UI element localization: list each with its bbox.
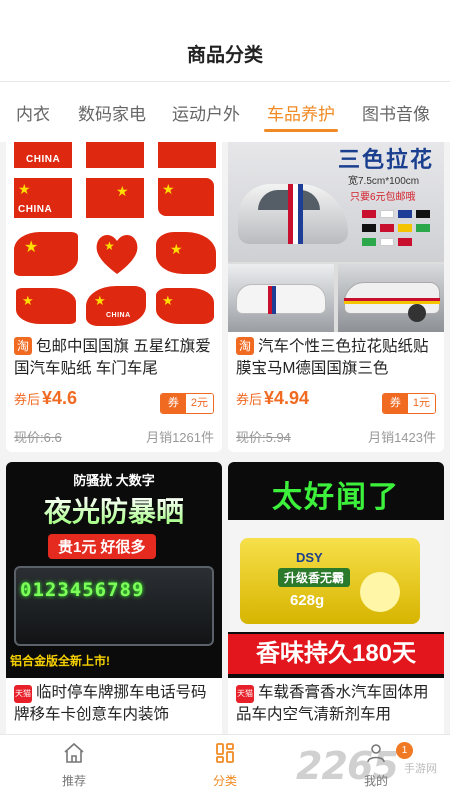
promo-title: 三色拉花	[338, 147, 435, 172]
tab-underwear[interactable]: 内衣	[16, 100, 50, 125]
coupon-badge[interactable]: 券 1元	[381, 393, 436, 414]
product-card[interactable]: CHINA ★ CHINA ★ ★ ★ ★ ★ ★ ★ CHINA ★ 淘 包邮…	[6, 142, 222, 452]
monthly-sales: 月销1261件	[146, 430, 214, 445]
tmall-tag: 天猫	[236, 685, 254, 703]
car-photo-top: 三色拉花 宽7.5cm*100cm 只要6元包邮哦	[228, 142, 444, 262]
product-image: 三色拉花 宽7.5cm*100cm 只要6元包邮哦	[228, 142, 444, 332]
nav-home-label: 推荐	[61, 774, 86, 788]
product-title: 天猫 临时停车牌挪车电话号码牌移车卡创意车内装饰	[14, 684, 207, 723]
promo-price: 只要6元包邮哦	[350, 192, 416, 203]
flag-sticker: ★ CHINA	[86, 286, 146, 326]
after-coupon-price: 券后 ¥4.94	[236, 388, 310, 408]
promo-size: 宽7.5cm*100cm	[348, 176, 420, 187]
category-icon	[213, 743, 237, 769]
china-text: CHINA	[18, 204, 53, 215]
glow-digits: 0123456789	[20, 579, 145, 601]
product-card[interactable]: 太好闻了 DSY 升级香无霸 628g 香味持久180天 天猫 车载香膏香水汽车固…	[228, 462, 444, 734]
monthly-sales: 月销1423件	[368, 430, 436, 445]
car-illustration	[238, 184, 348, 244]
site-watermark: 2265	[296, 744, 399, 788]
promo-title: 太好闻了	[272, 481, 400, 514]
tab-outdoor[interactable]: 运动户外	[172, 100, 240, 125]
promo-footer: 香味持久180天	[228, 634, 444, 674]
nav-home[interactable]: 推荐	[44, 741, 104, 789]
fragrance-box: DSY 升级香无霸 628g	[240, 538, 420, 624]
number-plate: 0123456789	[14, 566, 214, 646]
flag-sticker	[158, 142, 216, 168]
product-image: CHINA ★ CHINA ★ ★ ★ ★ ★ ★ ★ CHINA ★	[6, 142, 222, 332]
product-title: 淘汽车个性三色拉花贴纸贴膜宝马M德国国旗三色	[236, 337, 429, 377]
tab-digital[interactable]: 数码家电	[78, 100, 146, 125]
brand-text: DSY	[296, 550, 323, 565]
flag-sticker: ★	[14, 232, 78, 276]
heart-flag-sticker: ★	[92, 228, 142, 278]
original-price: 现价:5.94	[236, 430, 291, 445]
top-bar: 商品分类	[0, 0, 450, 82]
flag-sticker	[86, 142, 144, 168]
home-icon	[62, 742, 86, 769]
taobao-tag: 淘	[14, 337, 32, 355]
tmall-tag: 天猫	[14, 685, 32, 703]
flag-sticker: ★ CHINA	[14, 178, 72, 218]
product-card[interactable]: 防骚扰 大数字 夜光防暴晒 贵1元 好很多 0123456789 铝合金版全新上…	[6, 462, 222, 734]
car-photo-right	[338, 264, 444, 332]
promo-title: 夜光防暴晒	[43, 496, 184, 527]
after-coupon-price: 券后 ¥4.6	[14, 388, 78, 408]
svg-text:★: ★	[104, 239, 115, 253]
nav-category[interactable]: 分类	[195, 741, 255, 789]
product-grid: CHINA ★ CHINA ★ ★ ★ ★ ★ ★ ★ CHINA ★ 淘 包邮…	[0, 142, 450, 734]
notification-badge: 1	[396, 742, 413, 759]
box-label: 升级香无霸	[278, 568, 351, 587]
coupon-badge[interactable]: 券 2元	[159, 393, 214, 414]
product-card[interactable]: 三色拉花 宽7.5cm*100cm 只要6元包邮哦 淘 汽车个性三色拉花贴纸贴膜…	[228, 142, 444, 452]
china-text: CHINA	[26, 154, 61, 165]
page-title: 商品分类	[186, 45, 263, 66]
original-price: 现价:6.6	[14, 430, 62, 445]
product-image: 防骚扰 大数字 夜光防暴晒 贵1元 好很多 0123456789 铝合金版全新上…	[6, 462, 222, 678]
promo-ribbon: 贵1元 好很多	[48, 534, 156, 559]
flag-sticker: ★	[156, 288, 214, 324]
flag-sticker: CHINA	[14, 142, 72, 168]
flag-sticker: ★	[16, 288, 76, 324]
taobao-tag: 淘	[236, 337, 254, 355]
product-box-area: DSY 升级香无霸 628g	[228, 520, 444, 632]
site-watermark-sub: 手游网	[404, 763, 437, 775]
car-photo-left	[228, 264, 334, 332]
product-title: 淘包邮中国国旗 五星红旗爱国汽车贴纸 车门车尾	[14, 337, 211, 377]
product-title: 天猫 车载香膏香水汽车固体用品车内空气清新剂车用	[236, 684, 429, 723]
flag-sticker: ★	[86, 178, 144, 218]
china-map-sticker: ★	[156, 232, 216, 274]
china-text: CHINA	[106, 312, 131, 319]
promo-subtitle: 防骚扰 大数字	[73, 473, 155, 488]
nav-category-label: 分类	[212, 774, 237, 788]
box-weight: 628g	[290, 592, 325, 609]
category-tabs: 内衣 数码家电 运动户外 车品养护 图书音像	[0, 82, 450, 142]
promo-footer: 铝合金版全新上市!	[10, 654, 110, 668]
tab-books[interactable]: 图书音像	[362, 100, 430, 125]
tab-car-care[interactable]: 车品养护	[267, 100, 335, 125]
color-swatches	[362, 210, 432, 250]
active-tab-indicator	[264, 129, 338, 132]
product-image: 太好闻了 DSY 升级香无霸 628g 香味持久180天	[228, 462, 444, 678]
flag-sticker: ★	[158, 178, 214, 216]
